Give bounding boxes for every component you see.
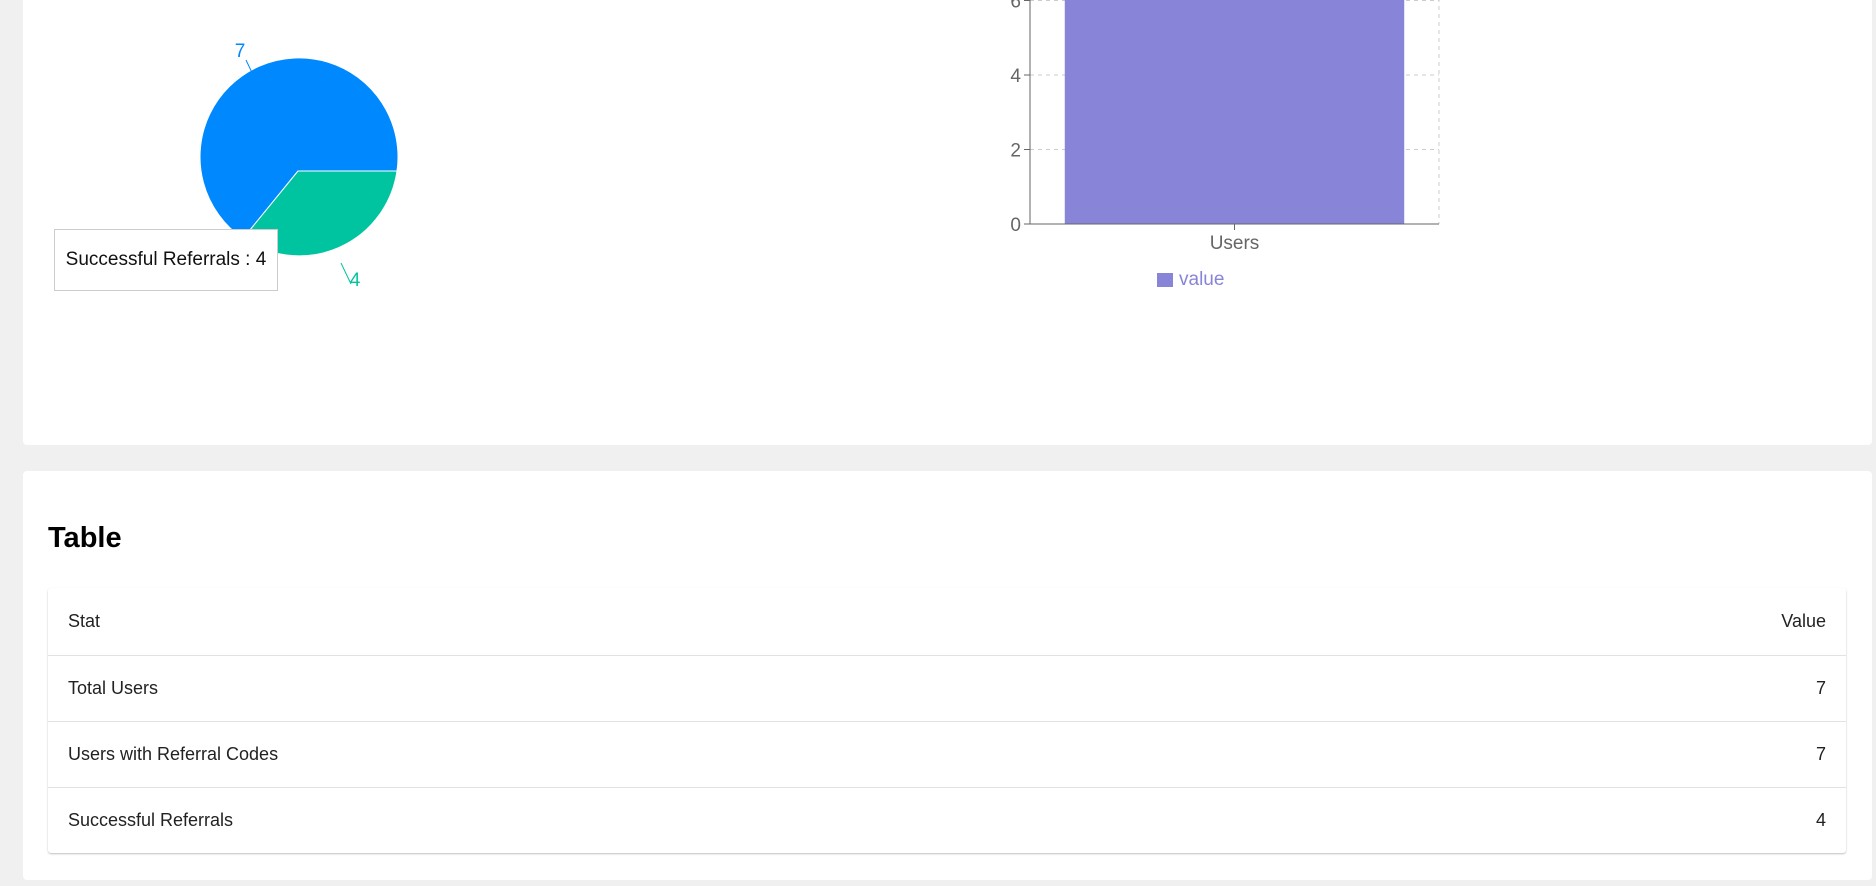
y-tick-label: 0 — [1010, 215, 1021, 236]
bar-users[interactable] — [1064, 0, 1405, 224]
pie-label-successful: 4 — [350, 270, 361, 291]
column-header-value: Value — [1391, 588, 1846, 656]
row-stat: Total Users — [48, 655, 1392, 722]
pie-label-total: 7 — [235, 41, 246, 62]
column-header-stat: Stat — [48, 588, 1392, 656]
row-value: 7 — [1391, 721, 1846, 788]
table-row: Total Users 7 — [48, 655, 1846, 722]
table-header-row: Stat Value — [48, 588, 1846, 656]
bar-chart: 0 2 4 6 Users value — [1010, 0, 1440, 290]
legend-swatch — [1157, 273, 1173, 287]
x-tick-label: Users — [1210, 233, 1260, 254]
table-title: Table — [48, 522, 122, 554]
row-value: 4 — [1815, 810, 1826, 830]
row-stat: Users with Referral Codes — [48, 721, 1392, 788]
pie-tooltip: Successful Referrals : 4 — [54, 229, 278, 291]
y-tick-label: 2 — [1010, 141, 1021, 162]
legend-label: value — [1179, 269, 1224, 290]
stats-table: Stat Value Total Users 7 Users with Refe… — [48, 588, 1846, 853]
row-value: 7 — [1391, 655, 1846, 722]
pie-tooltip-text: Successful Referrals : 4 — [65, 249, 267, 270]
y-tick-label: 4 — [1010, 66, 1021, 87]
y-tick-label: 6 — [1010, 0, 1021, 13]
row-stat: Successful Referrals — [68, 810, 234, 830]
table-row: Users with Referral Codes 7 — [48, 721, 1846, 788]
table-row: Successful Referrals 4 — [48, 788, 1846, 854]
